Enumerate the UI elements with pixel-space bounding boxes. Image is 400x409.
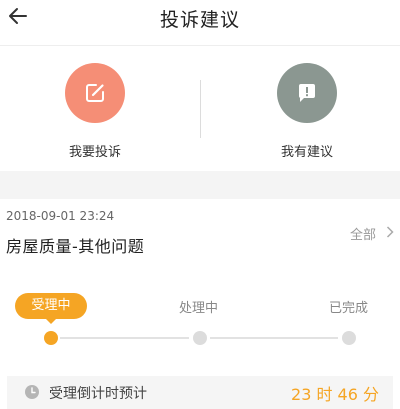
exclamation-bubble-icon <box>277 63 337 123</box>
record-title: 房屋质量-其他问题 <box>6 237 145 256</box>
step-dot-accepting <box>44 331 58 345</box>
step-label-completed: 已完成 <box>329 301 369 316</box>
step-label-processing: 处理中 <box>179 301 219 316</box>
step-dot-processing <box>193 331 207 345</box>
complaint-record-card[interactable]: 2018-09-01 23:24 房屋质量-其他问题 全部 受理中 处理中 已完… <box>0 199 400 409</box>
countdown-bar: 受理倒计时预计 23 时 46 分 <box>7 376 393 409</box>
progress-steps: 受理中 处理中 已完成 <box>0 289 400 349</box>
badge-pointer <box>46 319 56 324</box>
action-panel: 我要投诉 我有建议 <box>0 46 400 171</box>
chevron-right-icon <box>386 225 394 242</box>
all-records-link[interactable]: 全部 <box>350 224 394 243</box>
suggest-label: 我有建议 <box>280 145 333 160</box>
divider <box>200 80 201 138</box>
page-title: 投诉建议 <box>159 9 240 31</box>
complain-label: 我要投诉 <box>68 145 121 160</box>
section-gap <box>0 171 400 199</box>
all-records-label: 全部 <box>349 228 376 243</box>
complain-button[interactable]: 我要投诉 <box>35 63 155 160</box>
step-dot-completed <box>342 331 356 345</box>
current-step-badge: 受理中 <box>15 293 87 319</box>
clock-icon <box>25 384 39 399</box>
step-connector <box>60 337 189 339</box>
suggest-button[interactable]: 我有建议 <box>247 63 367 160</box>
countdown-value: 23 时 46 分 <box>291 385 379 404</box>
top-bar: 投诉建议 <box>0 0 400 46</box>
record-timestamp: 2018-09-01 23:24 <box>6 209 115 223</box>
countdown-label: 受理倒计时预计 <box>49 386 147 402</box>
edit-icon <box>65 63 125 123</box>
step-connector <box>210 337 338 339</box>
